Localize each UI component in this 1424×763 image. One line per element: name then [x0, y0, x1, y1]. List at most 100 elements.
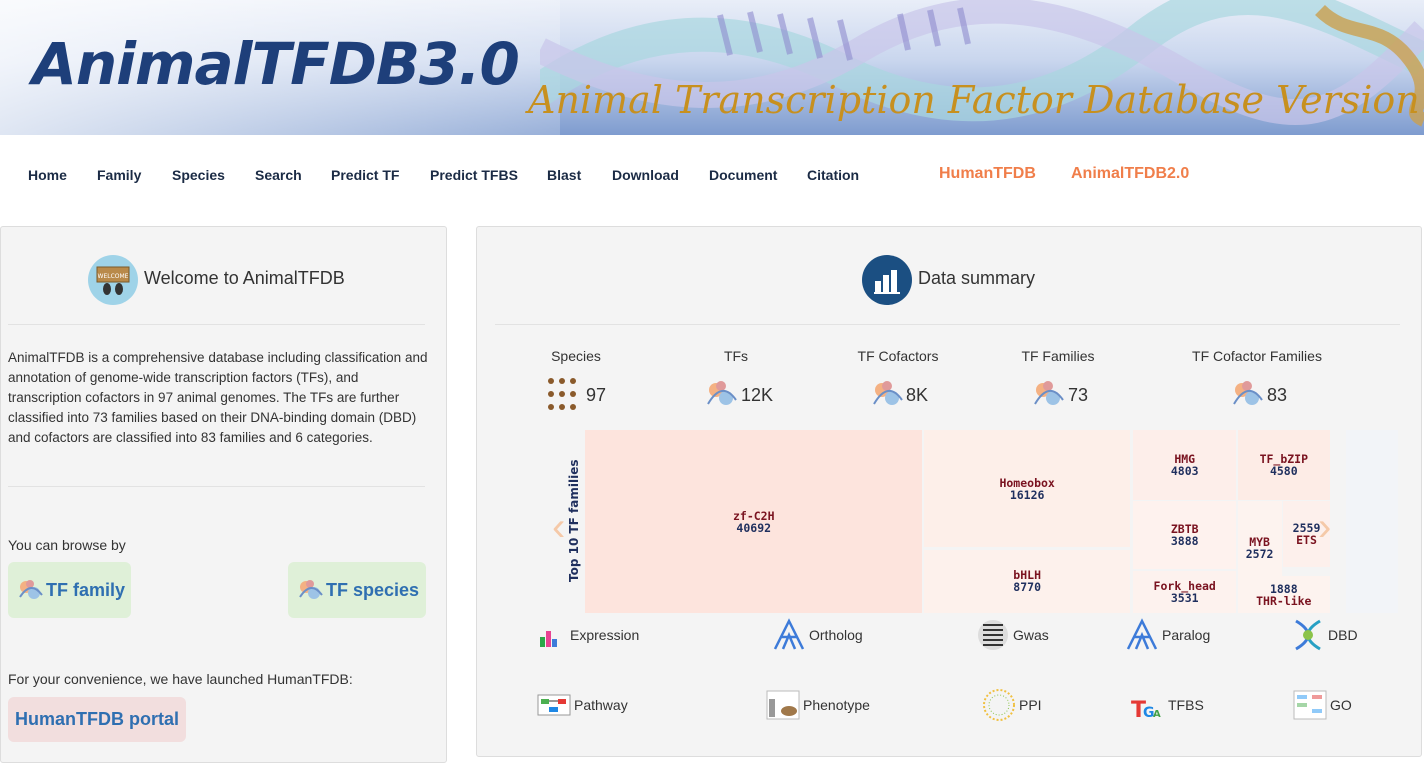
treemap-cell-fork-head[interactable]: Fork_head 3531	[1133, 570, 1237, 613]
tf-species-label: TF species	[326, 579, 420, 600]
ortholog-icon	[773, 618, 805, 650]
convenience-text: For your convenience, we have launched H…	[8, 671, 353, 687]
nav-home[interactable]: Home	[28, 167, 67, 183]
nav-blast[interactable]: Blast	[547, 167, 581, 183]
feature-label: Ortholog	[809, 627, 863, 643]
go-icon	[1293, 690, 1327, 720]
molecule-icon	[873, 381, 903, 405]
tfbs-icon: T G A	[1131, 698, 1161, 723]
molecule-icon	[19, 580, 43, 599]
svg-text:WELCOME: WELCOME	[98, 273, 129, 280]
animals-icon	[548, 378, 576, 410]
feature-dbd[interactable]: DBD	[1290, 617, 1358, 653]
divider	[495, 324, 1400, 325]
nav-predict-tfbs[interactable]: Predict TFBS	[430, 167, 518, 183]
feature-ppi[interactable]: PPI	[981, 687, 1042, 723]
paralog-icon	[1126, 618, 1158, 650]
nav-predict-tf[interactable]: Predict TF	[331, 167, 399, 183]
molecule-icon	[299, 580, 323, 599]
nav-download[interactable]: Download	[612, 167, 679, 183]
treemap-cell-value: 3531	[1170, 590, 1199, 605]
stat-cofactors-label: TF Cofactors	[857, 348, 939, 364]
treemap-cell-hmg[interactable]: HMG 4803	[1133, 430, 1237, 500]
treemap-cell-name: TF_bZIP	[1259, 451, 1309, 466]
feature-gwas[interactable]: Gwas	[975, 617, 1049, 653]
phenotype-icon	[766, 690, 800, 720]
tf-family-label: TF family	[46, 579, 126, 600]
stat-species-value: 97	[586, 385, 607, 405]
main-nav: Home Family Species Search Predict TF Pr…	[0, 135, 1424, 215]
feature-label: TFBS	[1168, 697, 1204, 713]
welcome-mat-icon: WELCOME	[88, 255, 138, 305]
treemap-cell-name: ETS	[1296, 533, 1317, 548]
gwas-icon	[978, 620, 1008, 650]
stat-tfs-label: TFs	[723, 348, 749, 364]
stat-cofactor-families-value: 83	[1267, 385, 1288, 405]
dbd-icon	[1295, 619, 1321, 651]
treemap-cell-bhlh[interactable]: bHLH 8770	[923, 549, 1131, 613]
treemap-cell-value: 4803	[1170, 463, 1199, 478]
stat-species-label: Species	[551, 348, 601, 364]
treemap-cell-name: HMG	[1174, 451, 1196, 466]
header-banner: AnimalTFDB3.0 Animal Transcription Facto…	[0, 0, 1424, 135]
feature-label: DBD	[1328, 627, 1358, 643]
feature-paralog[interactable]: Paralog	[1124, 617, 1210, 653]
molecule-icon	[1233, 381, 1263, 405]
nav-citation[interactable]: Citation	[807, 167, 859, 183]
treemap-cell-value: 40692	[736, 520, 772, 535]
treemap-cell-value: 16126	[1009, 487, 1045, 502]
humantfdb-portal-button[interactable]: HumanTFDB portal	[8, 697, 186, 742]
treemap-cell-tf-bzip[interactable]: TF_bZIP 4580	[1237, 430, 1330, 500]
feature-label: Expression	[570, 627, 640, 643]
carousel-prev-icon[interactable]: ‹	[552, 505, 565, 550]
feature-phenotype[interactable]: Phenotype	[765, 687, 870, 723]
treemap-cell-name: zf-C2H	[732, 508, 775, 523]
feature-go[interactable]: GO	[1292, 687, 1352, 723]
tf-family-button[interactable]: TF family	[8, 562, 131, 618]
feature-pathway[interactable]: Pathway	[536, 687, 628, 723]
stat-cofactor-families-label: TF Cofactor Families	[1192, 348, 1322, 364]
divider	[8, 486, 425, 487]
welcome-description: AnimalTFDB is a comprehensive database i…	[8, 350, 428, 445]
feature-label: Pathway	[574, 697, 628, 713]
ppi-icon	[983, 689, 1015, 721]
stat-families-label: TF Families	[1021, 348, 1095, 364]
top10-tf-families-treemap: zf-C2H 40692 Homeobox 16126 bHLH 8770 HMG 4803 T…	[585, 430, 1330, 613]
nav-species[interactable]: Species	[172, 167, 225, 183]
treemap-cell-name: THR-like	[1256, 593, 1312, 608]
site-logo[interactable]: AnimalTFDB3.0	[32, 30, 520, 98]
feature-label: Paralog	[1162, 627, 1211, 643]
nav-search[interactable]: Search	[255, 167, 302, 183]
treemap-cell-zf-c2h[interactable]: zf-C2H 40692	[585, 430, 923, 613]
treemap-cell-value: 1888	[1269, 581, 1298, 596]
feature-ortholog[interactable]: Ortholog	[771, 617, 863, 653]
carousel-next-slide	[1346, 430, 1398, 613]
treemap-cell-thr-like[interactable]: 1888 THR-like	[1237, 576, 1330, 613]
svg-text:A: A	[1153, 709, 1161, 720]
treemap-title: Top 10 TF families	[567, 460, 581, 582]
stat-tfs-value: 12K	[741, 385, 774, 405]
feature-label: GO	[1330, 697, 1352, 713]
nav-document[interactable]: Document	[709, 167, 777, 183]
tf-species-button[interactable]: TF species	[288, 562, 426, 618]
carousel-next-icon[interactable]: ›	[1318, 505, 1331, 550]
treemap-cell-name: Homeobox	[999, 475, 1055, 490]
expression-icon	[540, 631, 557, 647]
molecule-icon	[1034, 381, 1064, 405]
nav-humantfdb[interactable]: HumanTFDB	[939, 165, 1036, 183]
nav-animaltfdb2[interactable]: AnimalTFDB2.0	[1071, 165, 1189, 183]
welcome-title: Welcome to AnimalTFDB	[144, 268, 345, 288]
treemap-cell-zbtb[interactable]: ZBTB 3888	[1133, 501, 1237, 570]
treemap-cell-value: 4580	[1269, 463, 1298, 478]
bar-chart-icon	[862, 255, 912, 305]
feature-tfbs[interactable]: T G A TFBS	[1130, 687, 1204, 723]
stat-cofactors-value: 8K	[906, 385, 929, 405]
feature-expression[interactable]: Expression	[532, 617, 639, 653]
feature-label: PPI	[1019, 697, 1042, 713]
treemap-cell-homeobox[interactable]: Homeobox 16126	[923, 430, 1131, 548]
nav-family[interactable]: Family	[97, 167, 141, 183]
stat-families-value: 73	[1068, 385, 1089, 405]
feature-label: Gwas	[1013, 627, 1049, 643]
molecule-icon	[707, 381, 737, 405]
browse-label: You can browse by	[8, 537, 126, 553]
